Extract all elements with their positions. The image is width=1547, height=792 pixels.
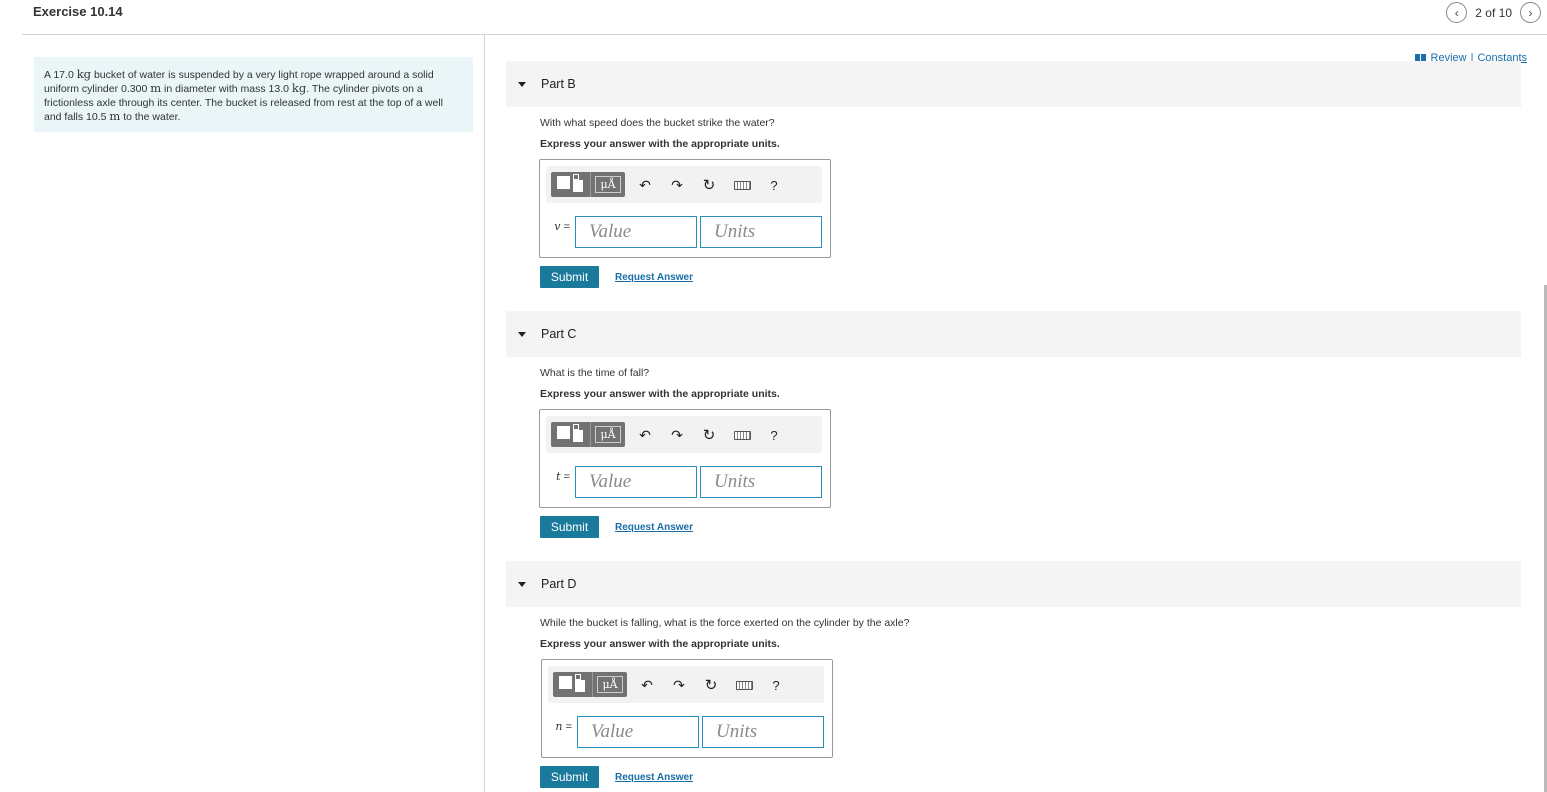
instruction-text: Express your answer with the appropriate… (540, 638, 780, 650)
part-header[interactable]: Part C (506, 311, 1521, 357)
reset-icon[interactable]: ↻ (701, 675, 721, 695)
units-symbol-icon: μÅ (591, 172, 625, 197)
templates-icon (553, 672, 593, 697)
instruction-text: Express your answer with the appropriate… (540, 138, 780, 150)
caret-down-icon (518, 331, 526, 337)
templates-button[interactable]: μÅ (551, 172, 625, 197)
page-title: Exercise 10.14 (33, 4, 123, 19)
submit-button[interactable]: Submit (540, 266, 599, 288)
pager-nav: ‹ 2 of 10 › (1446, 2, 1541, 23)
problem-text: to the water. (120, 111, 181, 124)
reset-icon[interactable]: ↻ (699, 425, 719, 445)
submit-button[interactable]: Submit (540, 766, 599, 788)
templates-button[interactable]: μÅ (553, 672, 627, 697)
math-toolbar: μÅ ↶ ↷ ↻ ? (546, 166, 822, 203)
templates-icon (551, 422, 591, 447)
undo-icon[interactable]: ↶ (635, 425, 655, 445)
keyboard-icon[interactable] (732, 675, 756, 695)
part-label: Part B (541, 77, 576, 91)
question-text: What is the time of fall? (540, 367, 650, 379)
keyboard-icon[interactable] (730, 175, 754, 195)
redo-icon[interactable]: ↷ (669, 675, 689, 695)
top-bar: Exercise 10.14 ‹ 2 of 10 › (0, 0, 1547, 34)
part-label: Part D (541, 577, 577, 591)
pager-text: 2 of 10 (1475, 5, 1512, 20)
instruction-text: Express your answer with the appropriate… (540, 388, 780, 400)
chevron-right-icon[interactable]: › (1520, 2, 1541, 23)
chevron-left-icon[interactable]: ‹ (1446, 2, 1468, 23)
templates-button[interactable]: μÅ (551, 422, 625, 447)
answer-box: μÅ ↶ ↷ ↻ ? t = Value Units (539, 409, 831, 508)
part-b: Part B With what speed does the bucket s… (506, 61, 1521, 291)
undo-icon[interactable]: ↶ (635, 175, 655, 195)
units-symbol-icon: μÅ (593, 672, 627, 697)
unit: kg (291, 81, 307, 96)
units-input[interactable]: Units (702, 716, 824, 748)
caret-down-icon (518, 81, 526, 87)
units-input[interactable]: Units (700, 466, 822, 498)
part-d: Part D While the bucket is falling, what… (506, 561, 1521, 792)
variable-label: t = (556, 470, 570, 483)
request-answer-link[interactable]: Request Answer (615, 272, 693, 283)
request-answer-link[interactable]: Request Answer (615, 772, 693, 783)
templates-icon (551, 172, 591, 197)
undo-icon[interactable]: ↶ (637, 675, 657, 695)
value-input[interactable]: Value (577, 716, 699, 748)
problem-statement: A 17.0 kg bucket of water is suspended b… (34, 57, 473, 132)
units-input[interactable]: Units (700, 216, 822, 248)
caret-down-icon (518, 581, 526, 587)
unit: m (150, 81, 162, 96)
help-icon[interactable]: ? (764, 425, 784, 445)
help-icon[interactable]: ? (766, 675, 786, 695)
request-answer-link[interactable]: Request Answer (615, 522, 693, 533)
value-input[interactable]: Value (575, 216, 697, 248)
math-toolbar: μÅ ↶ ↷ ↻ ? (548, 666, 824, 703)
redo-icon[interactable]: ↷ (667, 425, 687, 445)
column-divider (484, 35, 485, 792)
reset-icon[interactable]: ↻ (699, 175, 719, 195)
problem-text: A 17.0 (44, 69, 77, 81)
units-symbol-icon: μÅ (591, 422, 625, 447)
submit-button[interactable]: Submit (540, 516, 599, 538)
answer-box: μÅ ↶ ↷ ↻ ? v = Value Units (539, 159, 831, 258)
unit: kg (76, 67, 92, 81)
header-divider (22, 34, 1547, 35)
help-icon[interactable]: ? (764, 175, 784, 195)
part-header[interactable]: Part D (506, 561, 1521, 607)
keyboard-icon[interactable] (730, 425, 754, 445)
variable-label: n = (555, 720, 572, 733)
part-label: Part C (541, 327, 577, 341)
question-text: With what speed does the bucket strike t… (540, 117, 775, 129)
part-c: Part C What is the time of fall? Express… (506, 311, 1521, 541)
answer-box: μÅ ↶ ↷ ↻ ? n = Value Units (541, 659, 833, 758)
part-header[interactable]: Part B (506, 61, 1521, 107)
question-text: While the bucket is falling, what is the… (540, 617, 910, 629)
redo-icon[interactable]: ↷ (667, 175, 687, 195)
math-toolbar: μÅ ↶ ↷ ↻ ? (546, 416, 822, 453)
problem-text: in diameter with mass 13.0 (161, 83, 292, 96)
variable-label: v = (554, 220, 570, 233)
value-input[interactable]: Value (575, 466, 697, 498)
unit: m (109, 109, 121, 124)
